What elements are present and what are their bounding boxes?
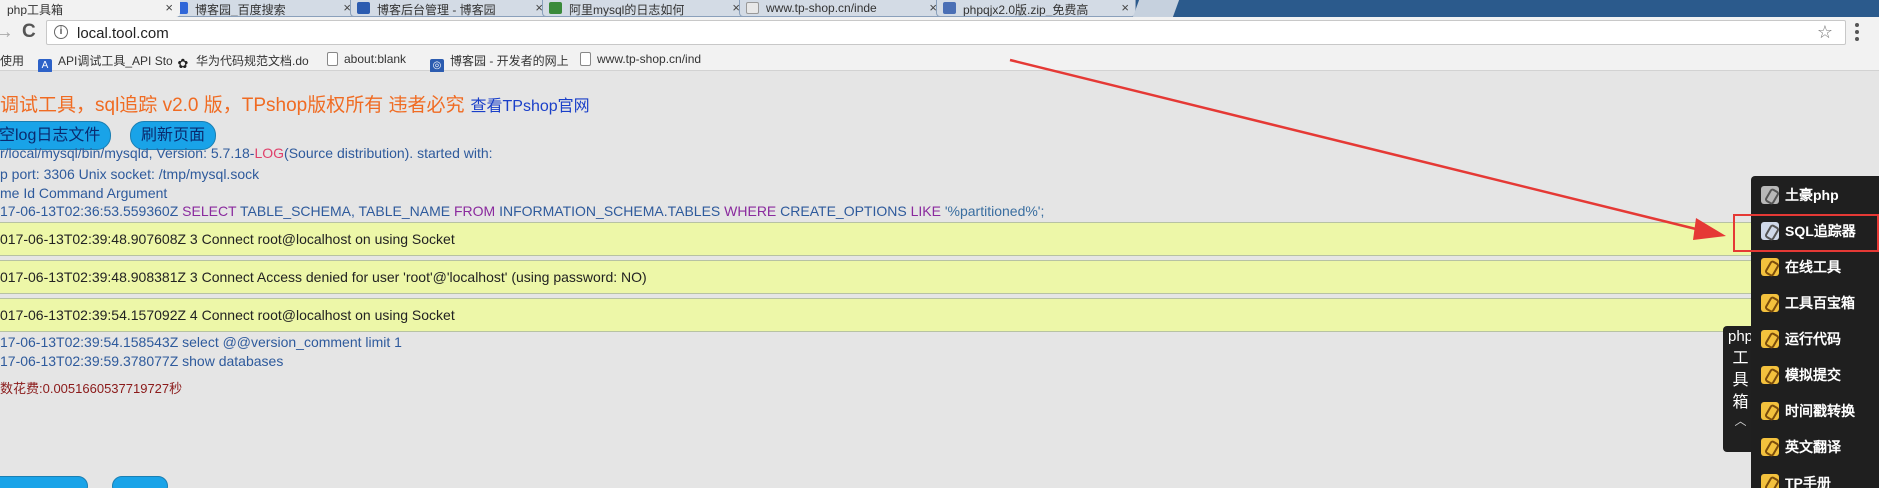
info-icon[interactable]: i [54,25,68,39]
log-header-line: me Id Command Argument [0,185,168,201]
log-line: 17-06-13T02:39:59.378077Z show databases [0,353,284,369]
pencil-icon [1761,402,1779,420]
tools-icon [1761,186,1779,204]
highlighted-log-line: 017-06-13T02:39:48.908381Z 3 Connect Acc… [0,260,1760,294]
tool-run-code[interactable]: 运行代码 [1761,324,1873,354]
forward-icon[interactable]: → [0,21,14,43]
tab-label: www.tp-shop.cn/inde [766,1,877,15]
pencil-icon [1761,294,1779,312]
log-header-line: r/local/mysql/bin/mysqld, Version: 5.7.1… [0,145,493,161]
tab-favicon-icon [357,2,370,14]
bookmark-cnblogs[interactable]: ◎ 博客园 - 开发者的网上 [430,52,569,73]
highlighted-log-line: 017-06-13T02:39:48.907608Z 3 Connect roo… [0,222,1760,256]
close-icon[interactable]: × [1121,0,1129,15]
page-icon [327,52,338,66]
sql-tracker-highlight-box [1733,214,1879,252]
bottom-button[interactable] [112,476,168,488]
tab-label: php工具箱 [7,3,64,17]
highlighted-log-line: 017-06-13T02:39:54.157092Z 4 Connect roo… [0,298,1760,332]
log-line: 17-06-13T02:39:54.158543Z select @@versi… [0,334,402,350]
tab-favicon-icon [746,2,759,14]
browser-toolbar: → C i local.tool.com ☆ [0,17,1879,47]
tab-phpqjx-download[interactable]: phpqjx2.0版.zip_免费高 × [936,0,1136,17]
tab-label: 博客园_百度搜索 [195,3,286,17]
tab-favicon-icon [549,2,562,14]
bookmark-huawei-spec[interactable]: ✿ 华为代码规范文档.do [176,52,309,71]
tpshop-site-link[interactable]: 查看TPshop官网 [471,98,590,115]
tab-label: phpqjx2.0版.zip_免费高 [963,3,1089,17]
browser-menu-icon[interactable] [1855,23,1859,41]
bottom-button[interactable] [0,476,88,488]
tool-english-translate[interactable]: 英文翻译 [1761,432,1873,462]
tab-label: 阿里mysql的日志如何 [569,3,685,17]
pencil-icon [1761,366,1779,384]
bookmark-tp-shop[interactable]: www.tp-shop.cn/ind [580,52,701,66]
tab-label: 博客后台管理 - 博客园 [377,3,496,17]
reload-icon[interactable]: C [22,21,36,43]
tool-tuhao-php[interactable]: 土豪php [1761,180,1873,210]
tool-tp-manual[interactable]: TP手册 [1761,468,1873,488]
close-icon[interactable]: × [165,0,173,15]
address-bar[interactable]: i local.tool.com ☆ [46,20,1846,45]
tool-online-tools[interactable]: 在线工具 [1761,252,1873,282]
pencil-icon [1761,258,1779,276]
page-icon [580,52,591,66]
bookmark-api-debug[interactable]: A API调试工具_API Sto [38,52,173,73]
pencil-icon [1761,330,1779,348]
tab-strip: php工具箱 × 博客园_百度搜索 × 博客后台管理 - 博客园 × 阿里mys… [0,0,1879,17]
tab-php-toolbox[interactable]: php工具箱 × [0,0,180,17]
tool-timestamp-convert[interactable]: 时间戳转换 [1761,396,1873,426]
bookmark-apps[interactable]: 使用 [0,52,24,69]
tab-cnblogs-admin[interactable]: 博客后台管理 - 博客园 × [350,0,550,17]
pencil-icon [1761,474,1779,488]
new-tab-button[interactable] [1132,0,1180,17]
tool-treasure-box[interactable]: 工具百宝箱 [1761,288,1873,318]
execution-cost-text: 数花费:0.0051660537719727秒 [0,381,183,396]
page-content: 调试工具，sql追踪 v2.0 版，TPshop版权所有 违者必究 查看TPsho… [0,72,1879,488]
tab-tp-shop[interactable]: www.tp-shop.cn/inde × [739,0,944,17]
tab-baidu-search[interactable]: 博客园_百度搜索 × [168,0,358,17]
tab-mysql-log[interactable]: 阿里mysql的日志如何 × [542,0,747,17]
bookmark-about-blank[interactable]: about:blank [327,52,406,66]
flower-icon: ✿ [177,56,189,71]
bookmark-star-icon[interactable]: ☆ [1817,22,1833,43]
bookmarks-bar: 使用 A API调试工具_API Sto ✿ 华为代码规范文档.do about:b… [0,47,1879,73]
log-header-line: p port: 3306 Unix socket: /tmp/mysql.soc… [0,166,260,182]
url-text[interactable]: local.tool.com [77,25,169,42]
api-icon: A [38,59,52,73]
sql-log-line: 17-06-13T02:36:53.559360Z SELECT TABLE_S… [0,203,1045,219]
page-title: 调试工具，sql追踪 v2.0 版，TPshop版权所有 违者必究 查看TPsho… [0,95,590,116]
cnblogs-icon: ◎ [430,59,444,73]
tool-mock-submit[interactable]: 模拟提交 [1761,360,1873,390]
pencil-icon [1761,438,1779,456]
tab-favicon-icon [943,2,956,14]
